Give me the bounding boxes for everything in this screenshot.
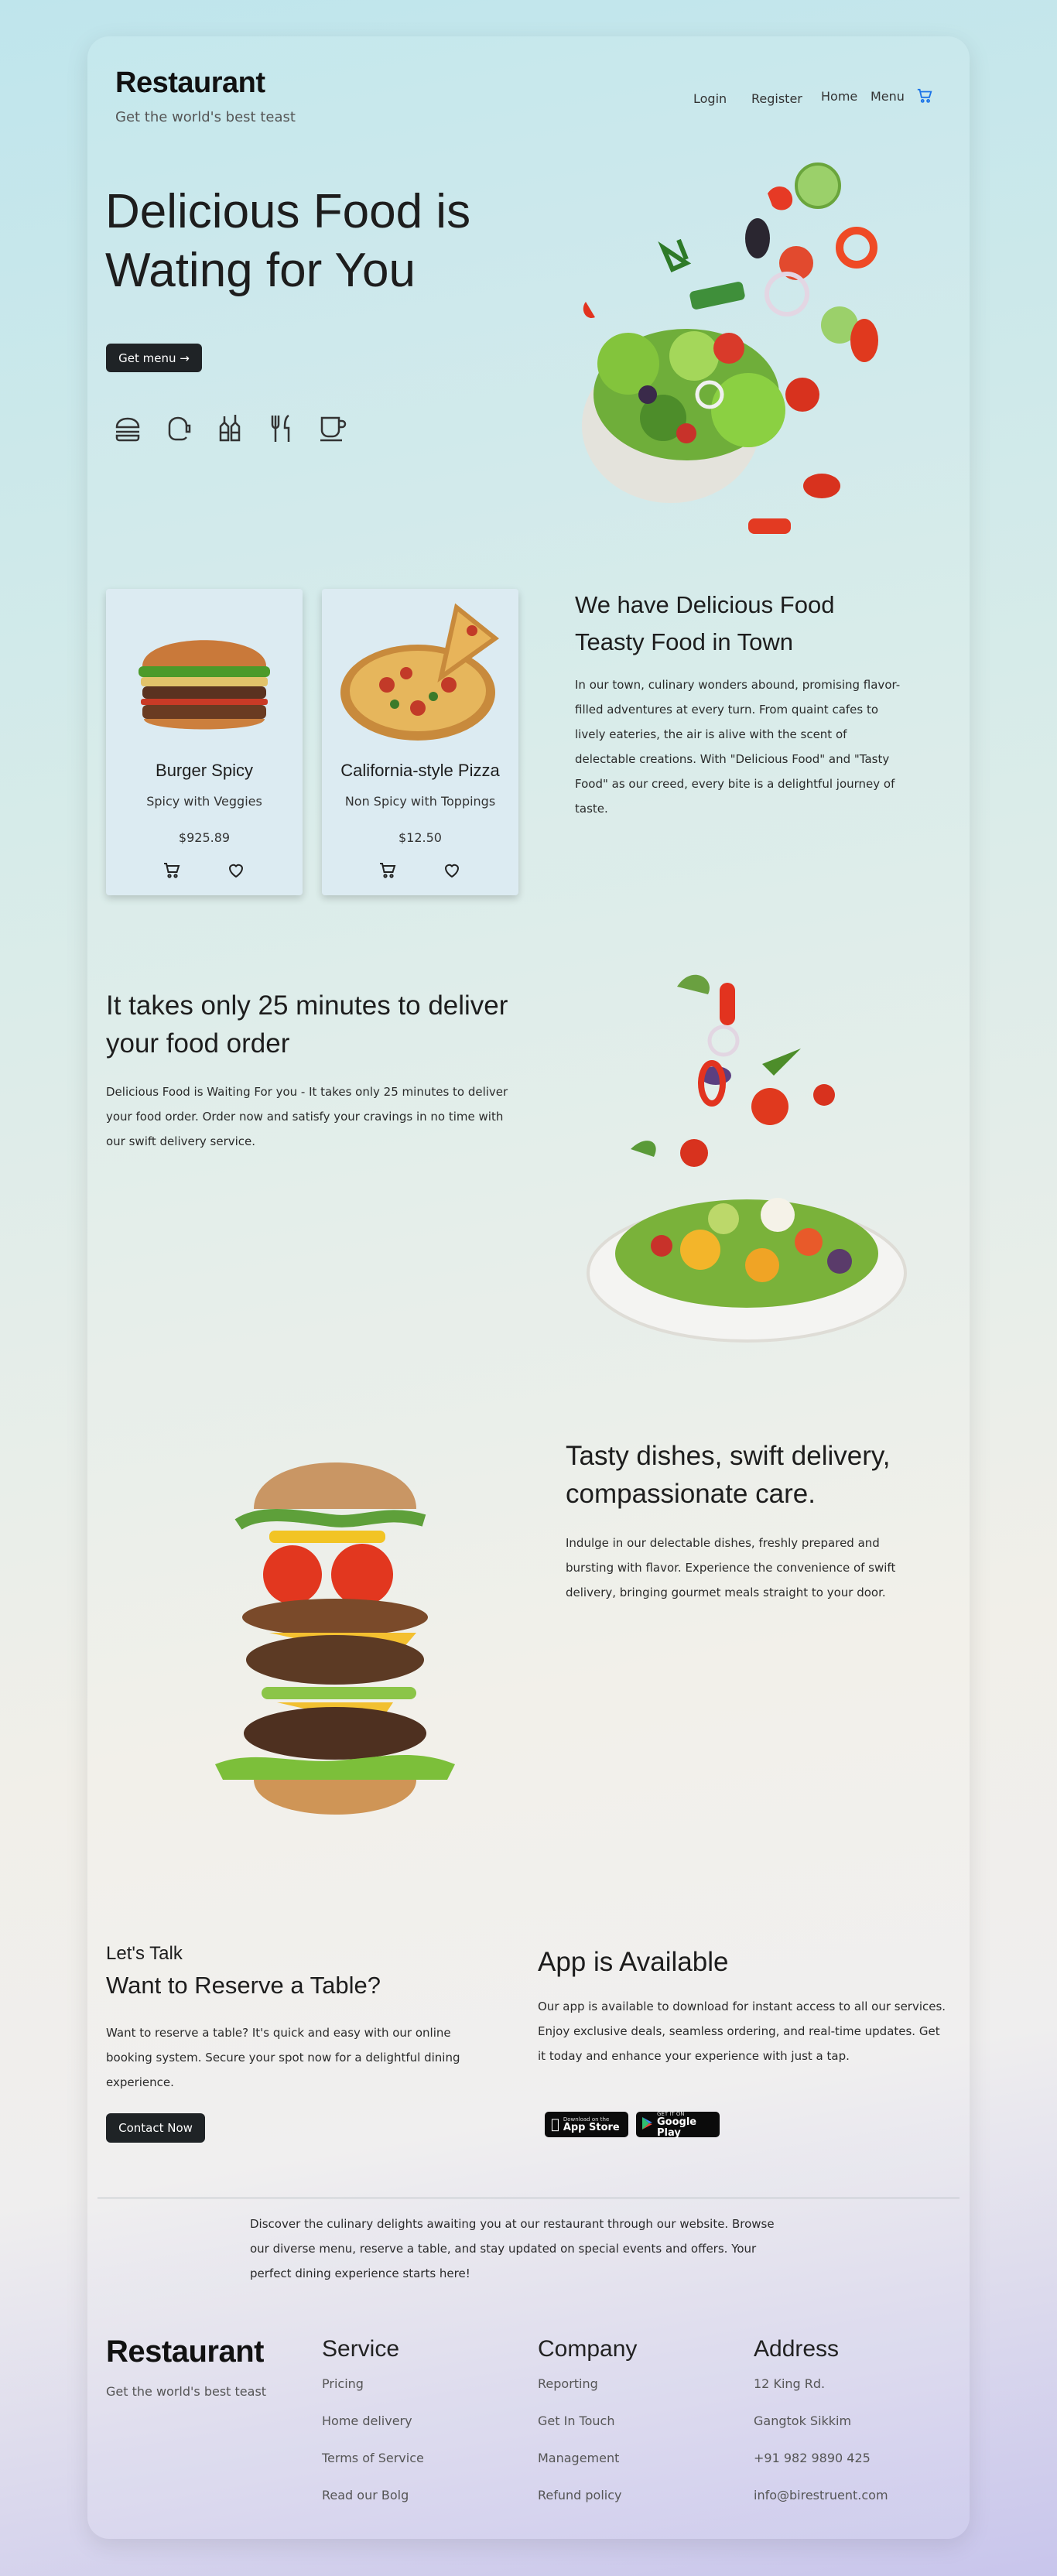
footer-address-phone[interactable]: +91 982 9890 425 bbox=[754, 2451, 871, 2465]
brand-tagline: Get the world's best teast bbox=[115, 109, 296, 125]
home-link[interactable]: Home bbox=[821, 89, 857, 104]
footer-link-terms[interactable]: Terms of Service bbox=[322, 2451, 424, 2465]
menu-link[interactable]: Menu bbox=[871, 89, 905, 104]
product-name: California-style Pizza bbox=[340, 761, 500, 780]
cutlery-icon[interactable] bbox=[269, 414, 293, 446]
burger-icon[interactable] bbox=[114, 416, 142, 446]
bottles-icon[interactable] bbox=[217, 413, 245, 446]
google-play-icon bbox=[642, 2116, 653, 2133]
favorite-heart-icon[interactable] bbox=[442, 861, 462, 881]
hero-title-line2: Wating for You bbox=[105, 244, 416, 297]
about-title-line1: We have Delicious Food bbox=[575, 591, 835, 618]
hero-title-line1: Delicious Food is bbox=[105, 185, 471, 238]
footer-address-street: 12 King Rd. bbox=[754, 2376, 826, 2391]
footer-blurb: Discover the culinary delights awaiting … bbox=[250, 2217, 775, 2280]
footer-address-email[interactable]: info@birestruent.com bbox=[754, 2488, 888, 2502]
cake-icon[interactable] bbox=[165, 415, 193, 446]
footer-brand[interactable]: Restaurant bbox=[106, 2335, 264, 2369]
hero-title: Delicious Food is Wating for You bbox=[105, 183, 470, 300]
google-play-badge[interactable]: GET IT ON Google Play bbox=[636, 2111, 720, 2139]
footer-address-city: Gangtok Sikkim bbox=[754, 2414, 852, 2428]
dishes-title: Tasty dishes, swift delivery, compassion… bbox=[566, 1441, 891, 1509]
footer-link-refund[interactable]: Refund policy bbox=[538, 2488, 622, 2502]
product-desc: Non Spicy with Toppings bbox=[344, 794, 496, 809]
app-store-badge[interactable]:  Download on the App Store bbox=[545, 2112, 628, 2137]
product-card-burger[interactable]: Burger Spicy Spicy with Veggies $925.89 bbox=[106, 589, 303, 895]
app-text: Our app is available to download for ins… bbox=[538, 2000, 946, 2063]
favorite-heart-icon[interactable] bbox=[226, 861, 246, 881]
footer-link-get-in-touch[interactable]: Get In Touch bbox=[538, 2414, 614, 2428]
stacked-burger-image bbox=[207, 1439, 470, 1860]
add-to-cart-icon[interactable] bbox=[378, 861, 398, 881]
salad-bowl-image bbox=[584, 948, 909, 1361]
add-to-cart-icon[interactable] bbox=[162, 861, 182, 881]
product-name: Burger Spicy bbox=[156, 761, 253, 780]
get-menu-button[interactable]: Get menu → bbox=[106, 344, 202, 372]
reserve-title: Want to Reserve a Table? bbox=[106, 1972, 381, 1999]
product-desc: Spicy with Veggies bbox=[146, 794, 262, 809]
dishes-text: Indulge in our delectable dishes, freshl… bbox=[566, 1536, 896, 1599]
pizza-image bbox=[340, 600, 503, 750]
login-link[interactable]: Login bbox=[693, 91, 727, 106]
apple-icon:  bbox=[551, 2116, 559, 2133]
cart-icon[interactable] bbox=[916, 87, 933, 108]
hero-salad-image bbox=[555, 162, 911, 552]
google-play-label: Google Play bbox=[657, 2116, 697, 2139]
footer-service-title: Service bbox=[322, 2336, 400, 2362]
footer-link-management[interactable]: Management bbox=[538, 2451, 619, 2465]
about-text: In our town, culinary wonders abound, pr… bbox=[575, 678, 901, 816]
footer-tagline: Get the world's best teast bbox=[106, 2384, 267, 2399]
about-title: We have Delicious Food Teasty Food in To… bbox=[575, 587, 834, 661]
register-link[interactable]: Register bbox=[751, 91, 802, 106]
footer-link-blog[interactable]: Read our Bolg bbox=[322, 2488, 409, 2502]
app-title: App is Available bbox=[538, 1947, 729, 1977]
footer-link-home-delivery[interactable]: Home delivery bbox=[322, 2414, 412, 2428]
footer-company-title: Company bbox=[538, 2336, 638, 2362]
product-price: $12.50 bbox=[399, 830, 442, 845]
delivery-text: Delicious Food is Waiting For you - It t… bbox=[106, 1085, 508, 1148]
reserve-text: Want to reserve a table? It's quick and … bbox=[106, 2026, 460, 2089]
reserve-eyebrow: Let's Talk bbox=[106, 1943, 183, 1964]
product-price: $925.89 bbox=[178, 830, 231, 845]
app-store-label: App Store bbox=[555, 2121, 620, 2133]
product-card-pizza[interactable]: California-style Pizza Non Spicy with To… bbox=[322, 589, 518, 895]
about-title-line2: Teasty Food in Town bbox=[575, 628, 794, 655]
contact-now-button[interactable]: Contact Now bbox=[106, 2113, 205, 2143]
delivery-title: It takes only 25 minutes to deliver your… bbox=[106, 990, 508, 1059]
brand-logo[interactable]: Restaurant bbox=[115, 67, 265, 100]
footer-link-pricing[interactable]: Pricing bbox=[322, 2376, 364, 2391]
footer-address-title: Address bbox=[754, 2336, 840, 2362]
burger-image bbox=[127, 612, 282, 747]
coffee-cup-icon[interactable] bbox=[318, 415, 347, 446]
footer-link-reporting[interactable]: Reporting bbox=[538, 2376, 598, 2391]
